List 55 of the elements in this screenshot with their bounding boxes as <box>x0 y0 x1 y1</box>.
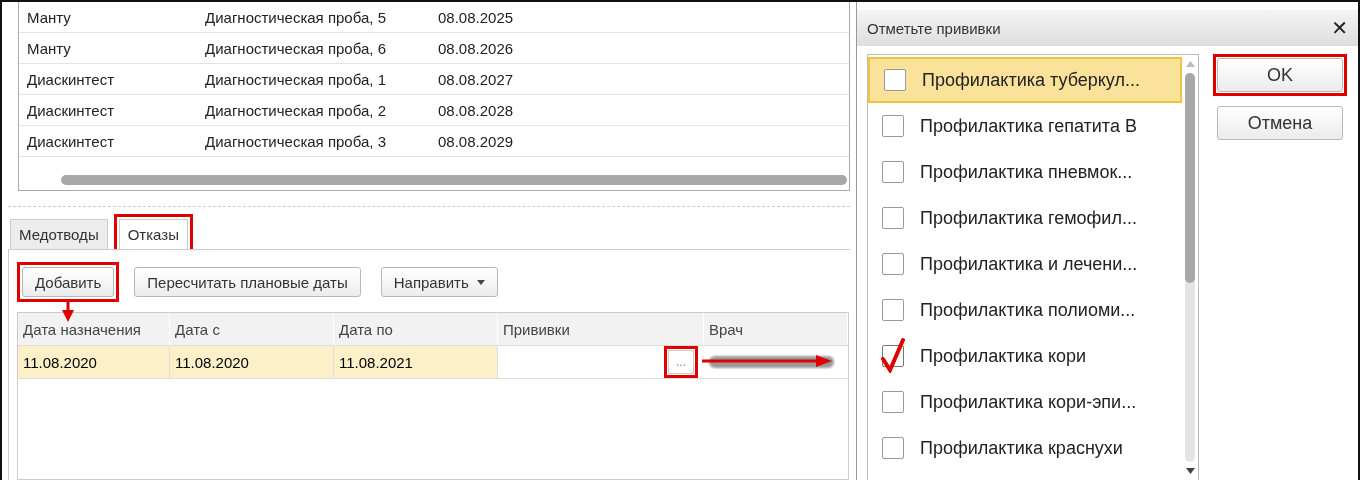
checkbox[interactable] <box>882 161 904 183</box>
list-item[interactable]: Профилактика краснухи <box>868 425 1182 471</box>
checkbox[interactable] <box>882 437 904 459</box>
scrollbar-thumb[interactable] <box>1185 73 1195 283</box>
caret-icon <box>476 279 485 285</box>
list-item[interactable]: Профилактика полиоми... <box>868 287 1182 333</box>
column-header[interactable]: Дата с <box>170 313 334 345</box>
scrollbar-thumb[interactable] <box>61 175 847 185</box>
list-item[interactable]: Профилактика туберкул... <box>868 57 1182 103</box>
scroll-down-icon[interactable] <box>1185 468 1195 474</box>
column-header[interactable]: Дата назначения <box>18 313 170 345</box>
table-cell-text: 08.08.2027 <box>437 70 515 88</box>
scroll-up-icon[interactable] <box>1185 61 1195 67</box>
table-cell: 11.08.2021 <box>334 346 498 378</box>
list-item[interactable]: Профилактика пневмок... <box>868 149 1182 195</box>
table-cell: 11.08.2020 <box>18 346 170 378</box>
table-cell-text: 08.08.2026 <box>437 39 515 57</box>
list-item[interactable]: Профилактика кори-эпи... <box>868 379 1182 425</box>
dialog-button[interactable]: OK <box>1217 58 1343 92</box>
table-cell-text: 08.08.2029 <box>437 132 515 150</box>
table-cell-text: Диагностическая проба, 2 <box>204 101 387 119</box>
list-item[interactable]: Профилактика гемофил... <box>868 195 1182 241</box>
column-header[interactable]: Дата по <box>334 313 498 345</box>
dialog-title: Отметьте прививки <box>867 19 1001 37</box>
dialog-button[interactable]: Отмена <box>1217 106 1343 140</box>
table-cell-text: Диагностическая проба, 6 <box>204 39 387 57</box>
table-cell-text: Диагностическая проба, 5 <box>204 8 387 26</box>
checkbox[interactable] <box>882 253 904 275</box>
table-cell-text: 08.08.2028 <box>437 101 515 119</box>
list-item[interactable]: Профилактика кори <box>868 333 1182 379</box>
column-header[interactable]: Прививки <box>498 313 704 345</box>
table-cell-text: 08.08.2025 <box>437 8 515 26</box>
list-item[interactable]: Профилактика и лечени... <box>868 241 1182 287</box>
picker-button[interactable]: ... <box>668 350 694 374</box>
list-item[interactable]: Профилактика гепатита В <box>868 103 1182 149</box>
table-cell-text: Диаскинтест <box>26 70 116 88</box>
checkbox[interactable] <box>884 69 906 91</box>
table-cell-text: Диаскинтест <box>26 101 116 119</box>
checkbox[interactable] <box>882 207 904 229</box>
column-header[interactable]: Врач <box>704 313 848 345</box>
table-cell-text: Диаскинтест <box>26 132 116 150</box>
dropdown-button[interactable]: Направить <box>380 267 498 297</box>
checkbox[interactable] <box>882 299 904 321</box>
table-cell-text: Манту <box>26 8 72 26</box>
table-cell-text: Манту <box>26 39 72 57</box>
checkbox[interactable] <box>882 115 904 137</box>
close-button[interactable]: ✕ <box>1327 16 1352 40</box>
toolbar-button[interactable]: Пересчитать плановые даты <box>134 267 361 297</box>
checkbox[interactable] <box>882 391 904 413</box>
tab[interactable]: Медотводы <box>10 219 108 249</box>
table-cell-text: Диагностическая проба, 3 <box>204 132 387 150</box>
table-cell-text: Диагностическая проба, 1 <box>204 70 387 88</box>
table-cell: 11.08.2020 <box>170 346 334 378</box>
tab[interactable]: Отказы <box>118 219 188 249</box>
toolbar-button[interactable]: Добавить <box>22 267 115 297</box>
